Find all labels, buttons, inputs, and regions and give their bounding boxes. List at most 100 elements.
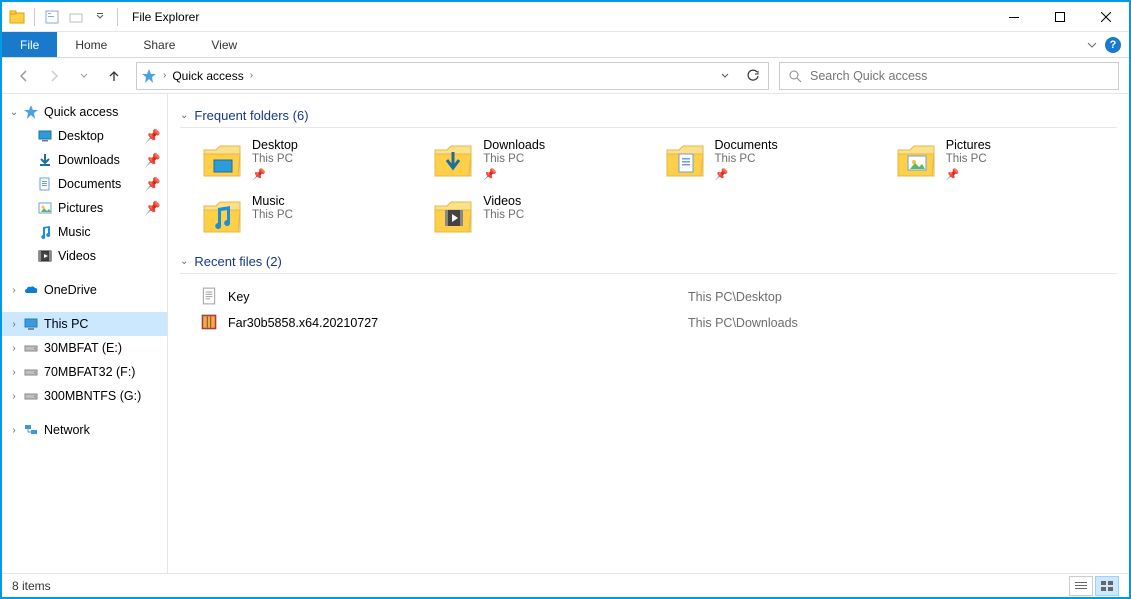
ribbon-tab-view[interactable]: View — [193, 32, 255, 57]
frequent-folders-grid: DesktopThis PC📌DownloadsThis PC📌Document… — [180, 138, 1117, 238]
main-content: ⌄ Frequent folders (6) DesktopThis PC📌Do… — [168, 94, 1129, 573]
breadcrumb[interactable]: Quick access — [172, 69, 243, 83]
pin-icon: 📌 — [483, 168, 545, 181]
archive-icon — [200, 313, 220, 333]
sidebar-item-videos[interactable]: Videos — [2, 244, 167, 268]
chevron-right-icon[interactable]: › — [6, 425, 22, 436]
chevron-right-icon[interactable]: › — [6, 367, 22, 378]
ribbon-expand-icon[interactable] — [1087, 40, 1097, 50]
pin-icon: 📌 — [145, 201, 161, 216]
sidebar-item-drive[interactable]: › 300MBNTFS (G:) — [2, 384, 167, 408]
recent-file-path: This PC\Desktop — [688, 290, 782, 304]
back-button[interactable] — [12, 64, 36, 88]
chevron-right-icon[interactable]: › — [6, 319, 22, 330]
pin-icon: 📌 — [145, 153, 161, 168]
content-body: ⌄ Quick access Desktop📌Downloads📌Documen… — [2, 94, 1129, 573]
folder-location: This PC — [715, 153, 778, 165]
sidebar-item-pictures[interactable]: Pictures 📌 — [2, 196, 167, 220]
ribbon-tab-home[interactable]: Home — [57, 32, 125, 57]
up-button[interactable] — [102, 64, 126, 88]
search-input[interactable] — [810, 69, 1110, 83]
pin-icon: 📌 — [252, 168, 298, 181]
maximize-button[interactable] — [1037, 2, 1083, 32]
folder-item-downloads[interactable]: DownloadsThis PC 📌 — [431, 138, 654, 182]
chevron-right-icon[interactable]: › — [163, 70, 166, 81]
newfolder-qat-icon[interactable] — [65, 6, 87, 28]
recent-file-item[interactable]: Far30b5858.x64.20210727This PC\Downloads — [200, 310, 1117, 336]
folder-location: This PC — [252, 209, 293, 221]
folder-item-music[interactable]: MusicThis PC — [200, 194, 423, 238]
help-icon[interactable]: ? — [1105, 37, 1121, 53]
sidebar-item-desktop[interactable]: Desktop 📌 — [2, 124, 167, 148]
pin-icon: 📌 — [145, 129, 161, 144]
recent-files-list: KeyThis PC\DesktopFar30b5858.x64.2021072… — [180, 284, 1117, 336]
sidebar-item-downloads[interactable]: Downloads📌 — [2, 148, 167, 172]
folder-location: This PC — [483, 153, 545, 165]
search-icon — [788, 69, 802, 83]
forward-button[interactable] — [42, 64, 66, 88]
sidebar-item-music[interactable]: Music — [2, 220, 167, 244]
properties-qat-icon[interactable] — [41, 6, 63, 28]
navigation-pane: ⌄ Quick access Desktop📌Downloads📌Documen… — [2, 94, 168, 573]
status-bar: 8 items — [2, 573, 1129, 597]
pc-icon — [22, 315, 40, 333]
tree-network[interactable]: › Network — [2, 418, 167, 442]
ribbon-tab-share[interactable]: Share — [125, 32, 193, 57]
pin-icon: 📌 — [715, 168, 778, 181]
recent-file-path: This PC\Downloads — [688, 316, 798, 330]
chevron-right-icon[interactable]: › — [250, 70, 253, 81]
frequent-folders-header[interactable]: ⌄ Frequent folders (6) — [180, 108, 1117, 128]
navbar: › Quick access › — [2, 58, 1129, 94]
minimize-button[interactable] — [991, 2, 1037, 32]
tree-label: 300MBNTFS (G:) — [44, 389, 141, 403]
folder-name: Documents — [715, 138, 778, 152]
window-title: File Explorer — [126, 10, 199, 24]
section-title: Recent files (2) — [194, 254, 281, 269]
folder-location: This PC — [946, 153, 991, 165]
recent-locations-button[interactable] — [72, 64, 96, 88]
ribbon-file-tab[interactable]: File — [2, 32, 57, 57]
tree-label: Desktop — [58, 129, 104, 143]
drive-icon — [22, 387, 40, 405]
qat-dropdown-icon[interactable] — [89, 6, 111, 28]
tree-label: Documents — [58, 177, 121, 191]
videos-icon — [36, 247, 54, 265]
music-icon — [36, 223, 54, 241]
sidebar-item-documents[interactable]: Documents📌 — [2, 172, 167, 196]
folder-name: Downloads — [483, 138, 545, 152]
folder-item-documents[interactable]: DocumentsThis PC 📌 — [663, 138, 886, 182]
tree-onedrive[interactable]: › OneDrive — [2, 278, 167, 302]
separator — [117, 8, 118, 26]
folder-name: Desktop — [252, 138, 298, 152]
sidebar-item-drive[interactable]: › 30MBFAT (E:) — [2, 336, 167, 360]
folder-item-videos[interactable]: VideosThis PC — [431, 194, 654, 238]
search-box[interactable] — [779, 62, 1119, 90]
tree-label: 30MBFAT (E:) — [44, 341, 122, 355]
status-text: 8 items — [12, 579, 51, 593]
downloads-folder-icon — [431, 138, 475, 182]
refresh-button[interactable] — [742, 65, 764, 87]
pictures-folder-icon — [894, 138, 938, 182]
address-bar[interactable]: › Quick access › — [136, 62, 769, 90]
close-button[interactable] — [1083, 2, 1129, 32]
music-folder-icon — [200, 194, 244, 238]
chevron-right-icon[interactable]: › — [6, 285, 22, 296]
folder-item-desktop[interactable]: DesktopThis PC📌 — [200, 138, 423, 182]
large-icons-view-button[interactable] — [1095, 576, 1119, 596]
section-title: Frequent folders (6) — [194, 108, 308, 123]
chevron-right-icon[interactable]: › — [6, 391, 22, 402]
folder-item-pictures[interactable]: PicturesThis PC📌 — [894, 138, 1117, 182]
tree-this-pc[interactable]: › This PC — [2, 312, 167, 336]
address-dropdown-button[interactable] — [714, 65, 736, 87]
tree-label: Videos — [58, 249, 96, 263]
drive-icon — [22, 339, 40, 357]
chevron-down-icon[interactable]: ⌄ — [6, 107, 22, 118]
chevron-right-icon[interactable]: › — [6, 343, 22, 354]
tree-quick-access[interactable]: ⌄ Quick access — [2, 100, 167, 124]
tree-label: Pictures — [58, 201, 103, 215]
recent-files-header[interactable]: ⌄ Recent files (2) — [180, 254, 1117, 274]
videos-folder-icon — [431, 194, 475, 238]
sidebar-item-drive[interactable]: ›70MBFAT32 (F:) — [2, 360, 167, 384]
details-view-button[interactable] — [1069, 576, 1093, 596]
recent-file-item[interactable]: KeyThis PC\Desktop — [200, 284, 1117, 310]
